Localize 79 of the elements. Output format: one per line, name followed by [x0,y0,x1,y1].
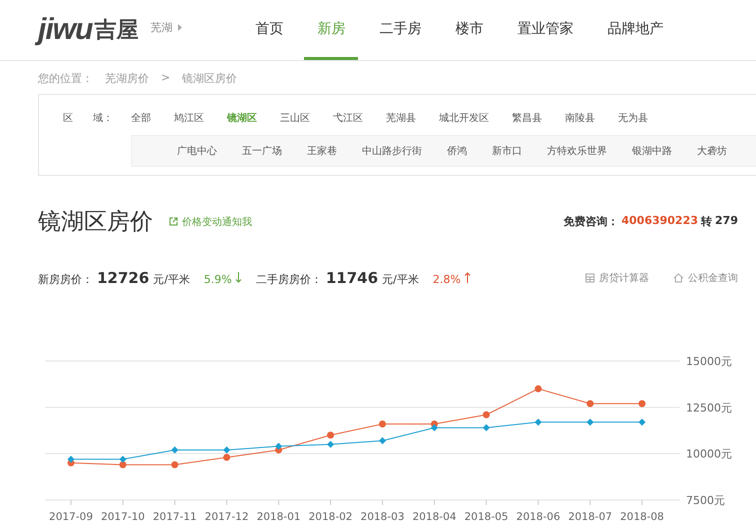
down-arrow-icon [234,272,242,283]
axis-label: 10000元 [686,448,732,461]
data-point [327,432,334,439]
tool-link[interactable]: 公积金查询 [673,271,738,285]
nav-tab[interactable]: 置业管家 [504,0,586,60]
subarea-option[interactable]: 银湖中路 [632,144,672,158]
stat-change: 2.8% [432,273,461,286]
stat-label: 新房房价： [38,272,93,287]
axis-label: 12500元 [686,401,732,414]
data-point [534,418,542,426]
extension-label: 转 [701,214,712,229]
axis-label: 2018-07 [568,511,612,523]
axis-label: 2018-01 [256,511,301,523]
axis-label: 2017-09 [49,511,93,523]
axis-label: 2018-02 [308,511,352,523]
district-option[interactable]: 芜湖县 [386,111,416,125]
district-option[interactable]: 全部 [131,111,151,125]
calculator-icon [585,273,595,283]
nav-tab[interactable]: 首页 [242,0,296,60]
hotline-number: 4006390223 [621,214,698,229]
breadcrumb-separator: > [161,71,170,86]
stat-unit: 元/平米 [153,272,190,287]
district-option[interactable]: 鸠江区 [174,111,204,125]
district-option[interactable]: 南陵县 [565,111,595,125]
axis-label: 2018-03 [360,511,404,523]
city-selector[interactable]: 芜湖 [150,20,182,35]
hotline-label: 免费咨询： [563,214,618,229]
share-icon [169,217,178,226]
logo-text: 吉屋 [94,17,138,45]
subarea-option[interactable]: 五一广场 [242,144,282,158]
breadcrumb-label: 您的位置： [38,71,93,87]
filter-label: 区 域： [63,112,114,125]
nav-tab[interactable]: 品牌地产 [594,0,676,60]
subarea-option[interactable]: 广电中心 [177,144,217,158]
axis-label: 2017-11 [152,511,197,523]
stat-value: 11746 [326,269,378,287]
up-arrow-icon [464,272,471,283]
subarea-option[interactable]: 中山路步行街 [362,144,422,158]
data-point [171,461,178,468]
data-point [378,437,386,444]
district-option[interactable]: 城北开发区 [439,111,489,125]
extension-number: 279 [715,214,738,229]
axis-label: 2017-10 [100,511,145,523]
tool-link[interactable]: 房贷计算器 [585,271,649,285]
stat-value: 12726 [97,269,150,287]
data-point [482,411,490,418]
stat-unit: 元/平米 [382,272,419,287]
data-point [378,420,386,428]
stat-change: 5.9% [204,273,232,286]
axis-label: 2017-12 [204,511,249,523]
data-point [638,418,646,426]
nav-tab[interactable]: 楼市 [442,0,496,60]
district-option[interactable]: 无为县 [618,111,648,125]
axis-label: 15000元 [686,355,732,368]
district-option[interactable]: 弋江区 [333,111,363,125]
axis-label: 7500元 [686,494,725,507]
axis-label: 2018-06 [516,511,560,523]
house-icon [673,273,684,283]
axis-label: 2018-08 [620,511,664,523]
axis-label: 2018-04 [412,511,456,523]
page-title: 镜湖区房价 [38,208,153,237]
axis-label: 2018-05 [464,511,508,523]
data-point [586,418,594,426]
stat-label: 二手房房价： [256,272,322,287]
data-point [534,385,542,392]
subarea-option[interactable]: 新市口 [492,144,522,158]
subarea-option[interactable]: 方特欢乐世界 [547,144,607,158]
subarea-option[interactable]: 大砻坊 [697,144,727,158]
data-point [171,446,178,454]
subarea-option[interactable]: 王家巷 [307,144,337,158]
district-option[interactable]: 繁昌县 [512,111,542,125]
caret-icon [178,24,182,31]
data-point [638,400,646,408]
data-point [586,400,594,408]
nav-tab[interactable]: 二手房 [366,0,434,60]
subarea-option[interactable]: 侨鸿 [447,144,467,158]
district-option[interactable]: 三山区 [280,111,310,125]
data-point [327,440,334,448]
data-point [482,424,490,432]
